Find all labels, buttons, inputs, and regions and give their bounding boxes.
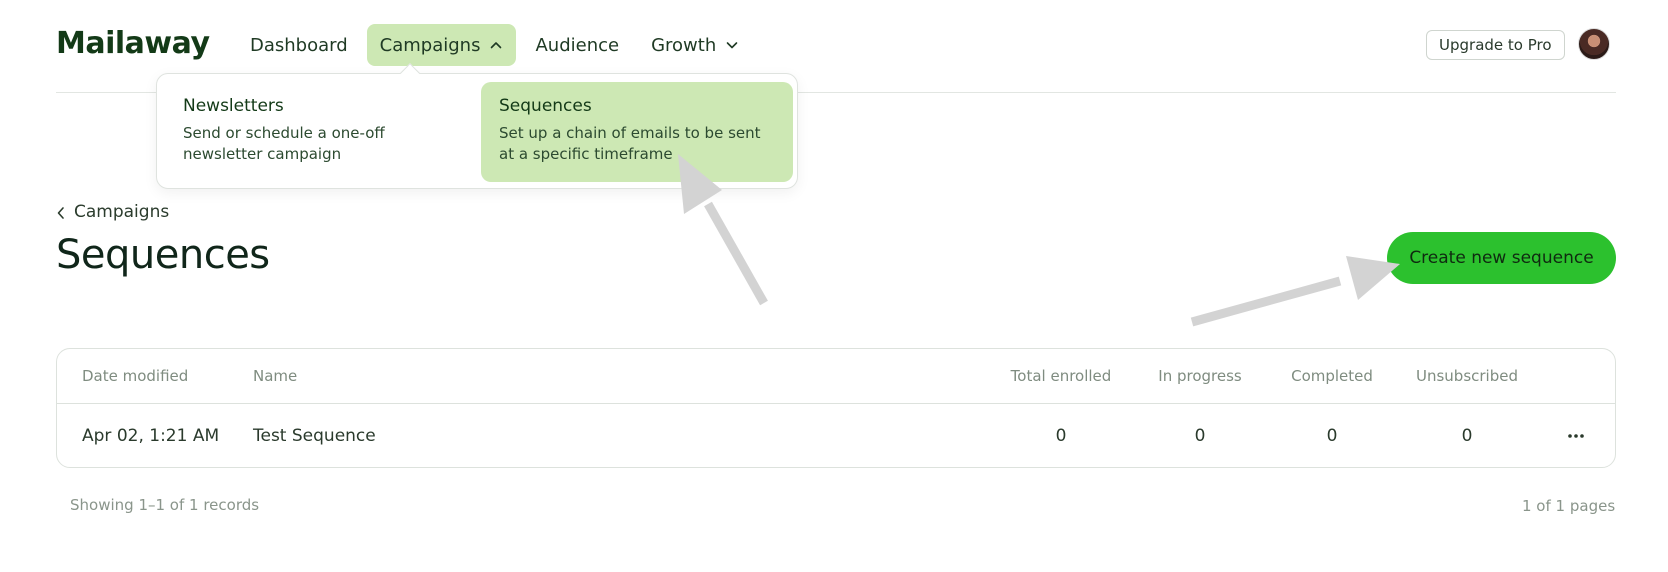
app-logo[interactable]: Mailaway	[56, 26, 210, 61]
chevron-left-icon	[56, 205, 66, 219]
avatar[interactable]	[1578, 28, 1610, 60]
upgrade-button[interactable]: Upgrade to Pro	[1426, 30, 1565, 60]
pagination-summary: 1 of 1 pages	[1522, 497, 1616, 515]
cell-in-progress: 0	[1194, 426, 1206, 446]
dropdown-item-newsletters[interactable]: Newsletters Send or schedule a one-off n…	[165, 82, 477, 182]
cell-date-modified: Apr 02, 1:21 AM	[82, 426, 220, 446]
column-header-date-modified[interactable]: Date modified	[82, 349, 188, 403]
nav-audience-label: Audience	[535, 34, 620, 56]
nav-growth-label: Growth	[651, 34, 717, 56]
arrow-to-create-button-icon	[1190, 256, 1400, 327]
nav-audience[interactable]: Audience	[522, 24, 632, 66]
chevron-up-icon	[489, 38, 503, 52]
create-sequence-button[interactable]: Create new sequence	[1387, 232, 1616, 284]
nav-growth[interactable]: Growth	[638, 24, 752, 66]
dropdown-item-title: Sequences	[499, 96, 592, 116]
cell-name[interactable]: Test Sequence	[253, 404, 376, 468]
nav-campaigns-label: Campaigns	[379, 34, 481, 56]
records-summary: Showing 1–1 of 1 records	[70, 496, 260, 514]
cell-completed: 0	[1326, 426, 1338, 446]
cell-total-enrolled: 0	[1055, 426, 1067, 446]
dropdown-item-sequences[interactable]: Sequences Set up a chain of emails to be…	[481, 82, 793, 182]
dropdown-item-description: Send or schedule a one-off newsletter ca…	[183, 124, 385, 163]
dropdown-item-description: Set up a chain of emails to be sent at a…	[499, 124, 761, 163]
table-row[interactable]: Apr 02, 1:21 AM Test Sequence 0 0 0 0	[57, 404, 1615, 468]
nav-dashboard[interactable]: Dashboard	[237, 24, 361, 66]
dropdown-item-title: Newsletters	[183, 96, 284, 116]
chevron-down-icon	[725, 38, 739, 52]
campaigns-dropdown: Newsletters Send or schedule a one-off n…	[156, 63, 798, 189]
page-title: Sequences	[56, 232, 270, 278]
nav-dashboard-label: Dashboard	[250, 34, 348, 56]
nav-campaigns[interactable]: Campaigns	[366, 24, 517, 66]
column-header-completed[interactable]: Completed	[1277, 349, 1387, 403]
main-nav: Dashboard Campaigns Audience Growth	[237, 24, 758, 66]
breadcrumb-back-link[interactable]: Campaigns	[56, 202, 169, 222]
breadcrumb-label: Campaigns	[74, 202, 170, 222]
more-icon[interactable]	[1567, 404, 1585, 468]
column-header-in-progress[interactable]: In progress	[1145, 349, 1255, 403]
column-header-name[interactable]: Name	[253, 349, 297, 403]
column-header-total-enrolled[interactable]: Total enrolled	[1001, 349, 1121, 403]
table-header: Date modified Name Total enrolled In pro…	[57, 349, 1615, 404]
column-header-unsubscribed[interactable]: Unsubscribed	[1407, 349, 1527, 403]
cell-unsubscribed: 0	[1461, 426, 1473, 446]
sequences-table: Date modified Name Total enrolled In pro…	[56, 348, 1616, 468]
